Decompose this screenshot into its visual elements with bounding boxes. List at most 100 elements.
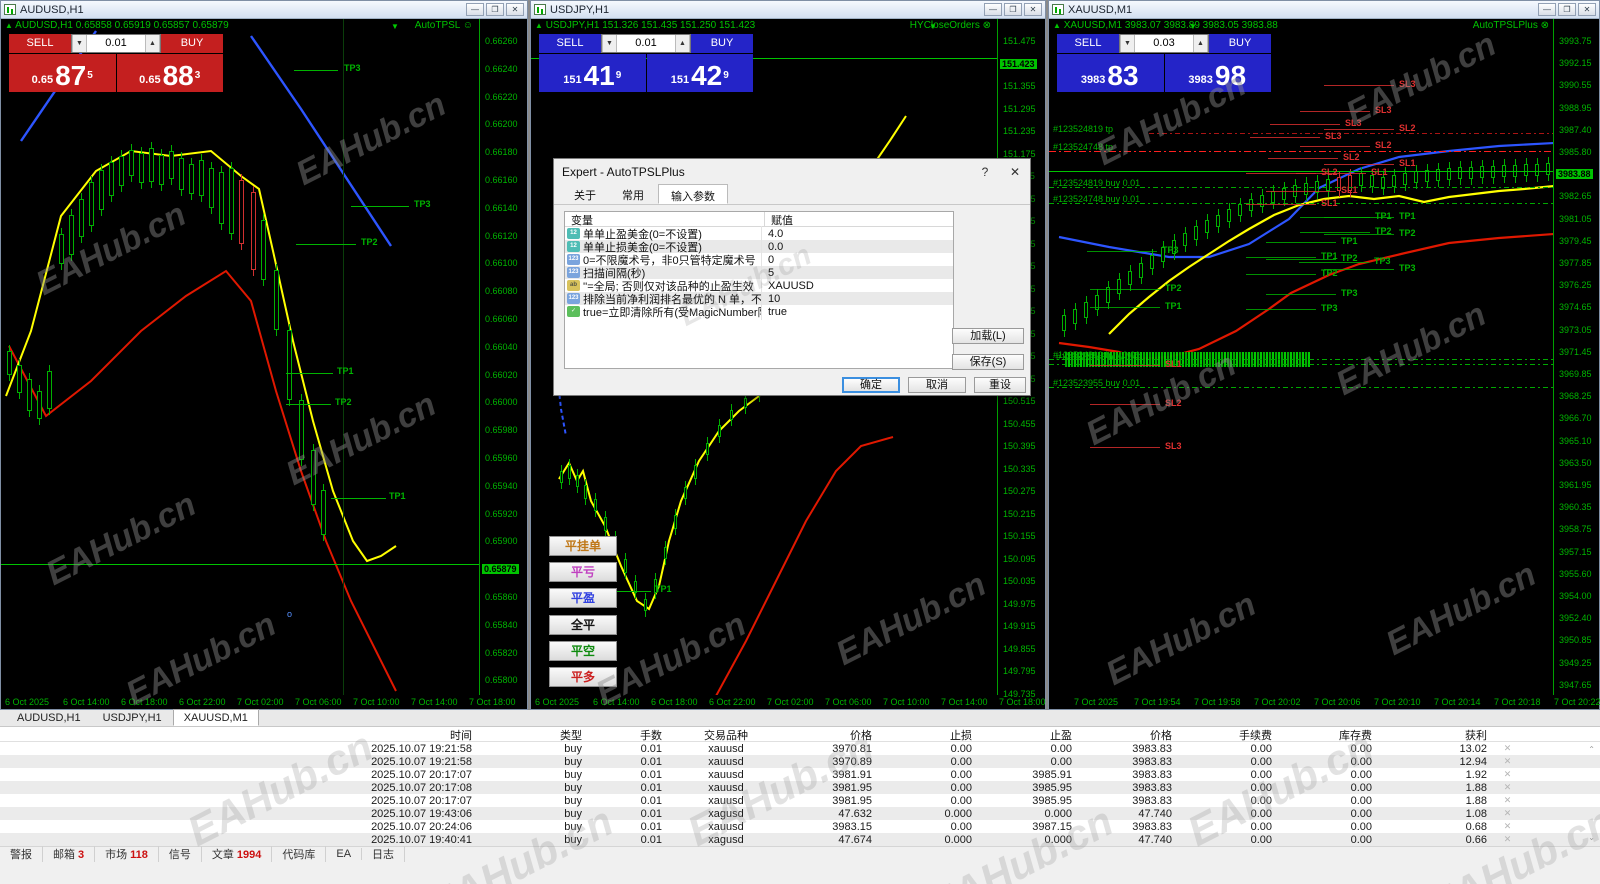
status-item-邮箱[interactable]: 邮箱 3 (43, 846, 96, 862)
minimize-icon[interactable]: — (466, 3, 484, 16)
sell-button[interactable]: SELL (539, 34, 601, 53)
status-item-代码库[interactable]: 代码库 (272, 846, 327, 862)
table-row[interactable]: 2025.10.07 19:40:41 buy 0.01 xagusd 47.674 0.… (0, 833, 1600, 846)
close-orders-button[interactable]: 平挂单 (549, 536, 617, 556)
dialog-tab-2[interactable]: 输入参数 (658, 184, 728, 204)
chart-area[interactable]: ▲ AUDUSD,H1 0.65858 0.65919 0.65857 0.65… (1, 19, 527, 709)
param-value[interactable]: 10 (762, 293, 780, 305)
status-item-警报[interactable]: 警报 (0, 846, 43, 862)
status-item-日志[interactable]: 日志 (362, 846, 406, 862)
close-icon[interactable]: ✕ (506, 3, 524, 16)
sell-price[interactable]: 0.65 87 5 (9, 54, 116, 92)
table-row[interactable]: 2025.10.07 20:17:08 buy 0.01 xauusd 3981.95 0… (0, 781, 1600, 794)
close-icon[interactable]: ✕ (1024, 3, 1042, 16)
load-button[interactable]: 加载(L) (952, 328, 1024, 344)
column-header[interactable]: 止盈 (980, 727, 1080, 743)
scroll-up-icon[interactable]: ⌃ (1588, 745, 1595, 754)
table-row[interactable]: 2025.10.07 20:17:07 buy 0.01 xauusd 3981.95 0… (0, 794, 1600, 807)
minimize-icon[interactable]: — (984, 3, 1002, 16)
close-order-icon[interactable]: ✕ (1495, 795, 1520, 806)
chart-tab-audusd-h1[interactable]: AUDUSD,H1 (6, 709, 92, 726)
volume-stepper[interactable]: ▼ 0.01 ▲ (601, 34, 691, 53)
table-row[interactable]: 2025.10.07 20:17:07 buy 0.01 xauusd 3981.91 0… (0, 768, 1600, 781)
param-value[interactable]: 0.0 (762, 241, 783, 253)
save-button[interactable]: 保存(S) (952, 354, 1024, 370)
window-titlebar[interactable]: AUDUSD,H1 — ❐ ✕ (1, 1, 527, 19)
time-axis[interactable]: 6 Oct 2025 6 Oct 14:00 6 Oct 18:00 6 Oct 22… (531, 695, 1046, 709)
restore-icon[interactable]: ❐ (486, 3, 504, 16)
close-order-icon[interactable]: ✕ (1495, 782, 1520, 793)
param-row[interactable]: ✓true=立即清除所有(受MagicNumber限制)?..true (565, 303, 953, 320)
column-header[interactable]: 获利 (1380, 727, 1495, 743)
window-titlebar[interactable]: USDJPY,H1 — ❐ ✕ (531, 1, 1045, 19)
sell-button[interactable]: SELL (9, 34, 71, 53)
dialog-titlebar[interactable]: Expert - AutoTPSLPlus ? ✕ (554, 159, 1030, 184)
volume-down-icon[interactable]: ▼ (1120, 35, 1135, 52)
sell-price[interactable]: 3983 83 (1057, 54, 1164, 92)
plot-area[interactable]: TP3 TP3 TP2 TP1 TP2 TP1 ▼ o (1, 19, 480, 695)
buy-price[interactable]: 151 42 9 (646, 54, 753, 92)
volume-value[interactable]: 0.01 (87, 35, 145, 52)
column-header[interactable]: 价格 (790, 727, 880, 743)
table-row[interactable]: 2025.10.07 19:21:58 buy 0.01 xauusd 3970.81 0… (0, 742, 1600, 755)
minimize-icon[interactable]: — (1538, 3, 1556, 16)
buy-button[interactable]: BUY (1209, 34, 1271, 53)
close-orders-button[interactable]: 平多 (549, 667, 617, 687)
time-axis[interactable]: 7 Oct 2025 7 Oct 19:54 7 Oct 19:58 7 Oct 20… (1049, 695, 1600, 709)
volume-up-icon[interactable]: ▲ (1193, 35, 1208, 52)
volume-up-icon[interactable]: ▲ (145, 35, 160, 52)
chart-tab-xauusd-m1[interactable]: XAUUSD,M1 (172, 709, 259, 726)
column-header[interactable]: 交易品种 (670, 727, 790, 743)
cancel-button[interactable]: 取消 (908, 377, 966, 393)
sell-price[interactable]: 151 41 9 (539, 54, 646, 92)
scroll-down-icon[interactable]: ⌄ (1588, 833, 1595, 842)
buy-button[interactable]: BUY (161, 34, 223, 53)
close-order-icon[interactable]: ✕ (1495, 834, 1520, 845)
column-header[interactable]: 手续费 (1180, 727, 1280, 743)
volume-down-icon[interactable]: ▼ (602, 35, 617, 52)
close-icon[interactable]: ✕ (1000, 165, 1030, 179)
column-header[interactable]: 价格 (1080, 727, 1180, 743)
sell-button[interactable]: SELL (1057, 34, 1119, 53)
column-header[interactable]: 时间 (0, 727, 480, 743)
close-order-icon[interactable]: ✕ (1495, 743, 1520, 754)
chart-area[interactable]: ▲ XAUUSD,M1 3983.07 3983.89 3983.05 3983… (1049, 19, 1600, 709)
table-row[interactable]: 2025.10.07 19:21:58 buy 0.01 xauusd 3970.89 0… (0, 755, 1600, 768)
param-value[interactable]: XAUUSD (762, 280, 814, 292)
dialog-tab-1[interactable]: 常用 (610, 184, 656, 204)
param-value[interactable]: true (762, 306, 787, 318)
dialog-tab-0[interactable]: 关于 (562, 184, 608, 204)
restore-icon[interactable]: ❐ (1558, 3, 1576, 16)
restore-icon[interactable]: ❐ (1004, 3, 1022, 16)
close-order-icon[interactable]: ✕ (1495, 821, 1520, 832)
volume-down-icon[interactable]: ▼ (72, 35, 87, 52)
price-scale[interactable]: 3993.75 3992.15 3990.55 3988.95 3987.40 3985.… (1555, 19, 1599, 695)
buy-price[interactable]: 0.65 88 3 (116, 54, 223, 92)
column-header[interactable]: 手数 (590, 727, 670, 743)
close-icon[interactable]: ✕ (1578, 3, 1596, 16)
close-orders-button[interactable]: 平亏 (549, 562, 617, 582)
status-item-文章[interactable]: 文章 1994 (202, 846, 273, 862)
param-value[interactable]: 4.0 (762, 228, 783, 240)
volume-stepper[interactable]: ▼ 0.01 ▲ (71, 34, 161, 53)
volume-up-icon[interactable]: ▲ (675, 35, 690, 52)
column-header[interactable]: 库存费 (1280, 727, 1380, 743)
buy-price[interactable]: 3983 98 (1164, 54, 1271, 92)
close-order-icon[interactable]: ✕ (1495, 769, 1520, 780)
status-item-信号[interactable]: 信号 (159, 846, 202, 862)
close-orders-button[interactable]: 平空 (549, 641, 617, 661)
volume-value[interactable]: 0.03 (1135, 35, 1193, 52)
table-row[interactable]: 2025.10.07 19:43:06 buy 0.01 xagusd 47.632 0.… (0, 807, 1600, 820)
volume-value[interactable]: 0.01 (617, 35, 675, 52)
time-axis[interactable]: 6 Oct 2025 6 Oct 14:00 6 Oct 18:00 6 Oct 22… (1, 695, 527, 709)
chart-tab-usdjpy-h1[interactable]: USDJPY,H1 (92, 709, 173, 726)
ok-button[interactable]: 确定 (842, 377, 900, 393)
close-order-icon[interactable]: ✕ (1495, 756, 1520, 767)
status-item-市场[interactable]: 市场 118 (95, 846, 159, 862)
volume-stepper[interactable]: ▼ 0.03 ▲ (1119, 34, 1209, 53)
close-orders-button[interactable]: 平盈 (549, 588, 617, 608)
column-header[interactable]: 止损 (880, 727, 980, 743)
table-row[interactable]: 2025.10.07 20:24:06 buy 0.01 xauusd 3983.15 0… (0, 820, 1600, 833)
window-titlebar[interactable]: XAUUSD,M1 — ❐ ✕ (1049, 1, 1599, 19)
status-item-EA[interactable]: EA (326, 848, 363, 860)
